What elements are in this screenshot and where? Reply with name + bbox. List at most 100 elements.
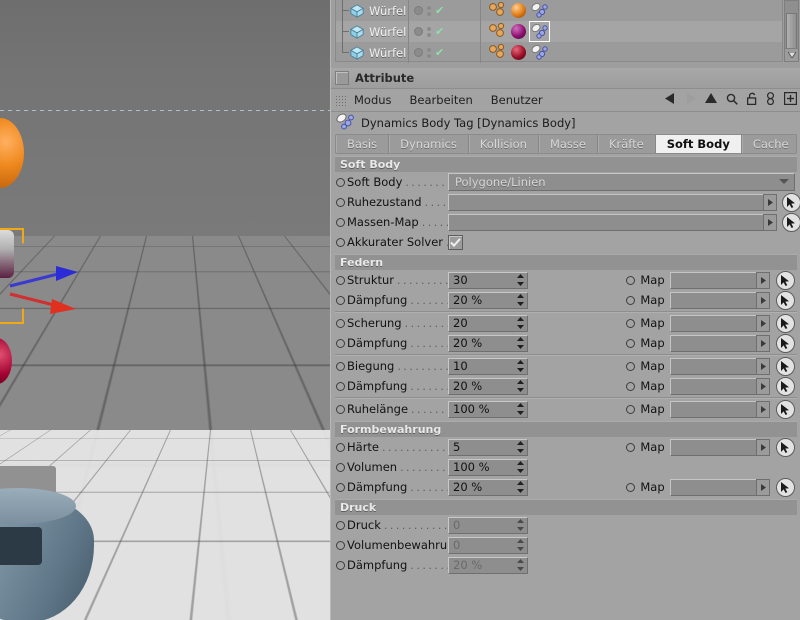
search-icon[interactable] xyxy=(726,93,738,108)
struktur-map-field[interactable] xyxy=(669,271,770,289)
tab-basis[interactable]: Basis xyxy=(336,135,390,153)
row-struktur[interactable]: Struktur.......... 30 Map xyxy=(331,270,800,290)
render-dots-icon[interactable] xyxy=(427,47,431,58)
axis-gizmo[interactable] xyxy=(4,250,124,320)
row-volumen[interactable]: Volumen......... 100 % xyxy=(331,457,800,477)
stepper-icon[interactable] xyxy=(517,440,524,453)
param-bullet-icon[interactable] xyxy=(336,462,345,472)
row-formbewahrung-daempfung[interactable]: Dämpfung........ 20 % Map xyxy=(331,477,800,497)
link-dropdown-icon[interactable] xyxy=(756,357,770,375)
row-ruhelaenge[interactable]: Ruhelänge........ 100 % Map xyxy=(331,399,800,419)
pick-cursor-icon[interactable] xyxy=(776,437,795,457)
render-dots-icon[interactable] xyxy=(427,5,431,16)
scherung-daempfung-input[interactable]: 20 % xyxy=(448,334,528,352)
link-icon[interactable] xyxy=(766,92,775,108)
dynamics-body-tag-icon[interactable] xyxy=(530,43,549,62)
material-tag-icon[interactable] xyxy=(509,43,528,62)
struktur-map-group[interactable]: Map xyxy=(626,270,800,290)
menu-modus[interactable]: Modus xyxy=(354,93,392,107)
add-icon[interactable] xyxy=(784,92,798,108)
row-akkurater-solver[interactable]: Akkurater Solver ... xyxy=(331,232,800,252)
map-bullet-icon[interactable] xyxy=(626,442,636,452)
row-massen-map[interactable]: Massen-Map ....... xyxy=(331,212,800,232)
stepper-icon[interactable] xyxy=(517,538,524,551)
stepper-icon[interactable] xyxy=(517,480,524,493)
table-row[interactable]: Würfel ✔ xyxy=(336,0,782,21)
soft-body-dropdown[interactable]: Polygone/Linien xyxy=(448,173,795,191)
material-chain-icon[interactable] xyxy=(488,1,507,20)
struktur-input[interactable]: 30 xyxy=(448,271,528,289)
scherung-daempfung-map-group[interactable]: Map xyxy=(626,333,800,353)
enable-check-icon[interactable]: ✔ xyxy=(435,47,444,58)
stepper-icon[interactable] xyxy=(517,336,524,349)
ruhelaenge-map-group[interactable]: Map xyxy=(626,399,800,419)
pick-cursor-icon[interactable] xyxy=(776,477,795,497)
tab-kraefte[interactable]: Kräfte xyxy=(598,135,656,153)
biegung-daempfung-map-group[interactable]: Map xyxy=(626,376,800,396)
stepper-icon[interactable] xyxy=(517,558,524,571)
enable-check-icon[interactable]: ✔ xyxy=(435,26,444,37)
pick-cursor-icon[interactable] xyxy=(776,376,795,396)
struktur-daempfung-input[interactable]: 20 % xyxy=(448,291,528,309)
material-chain-icon[interactable] xyxy=(488,22,507,41)
row-ruhezustand[interactable]: Ruhezustand ....... xyxy=(331,192,800,212)
row-scherung-daempfung[interactable]: Dämpfung........ 20 % Map xyxy=(331,333,800,353)
row-haerte[interactable]: Härte............ 5 Map xyxy=(331,437,800,457)
unlock-icon[interactable] xyxy=(746,92,757,108)
row-druck-daempfung[interactable]: Dämpfung........ 20 % xyxy=(331,555,800,575)
stepper-icon[interactable] xyxy=(517,402,524,415)
orange-sphere-object[interactable] xyxy=(0,118,24,188)
dynamics-body-tag-icon[interactable] xyxy=(529,21,550,42)
row-druck[interactable]: Druck........... 0 xyxy=(331,515,800,535)
attribute-tabs[interactable]: Basis Dynamics Kollision Masse Kräfte So… xyxy=(335,134,797,154)
map-bullet-icon[interactable] xyxy=(626,404,636,414)
table-row[interactable]: Würfel ✔ xyxy=(336,21,782,42)
param-bullet-icon[interactable] xyxy=(336,404,345,414)
link-dropdown-icon[interactable] xyxy=(756,334,770,352)
volumenbewahrung-input[interactable]: 0 xyxy=(448,536,528,554)
tab-cache[interactable]: Cache xyxy=(742,135,796,153)
visibility-dot-icon[interactable] xyxy=(414,6,423,15)
object-manager-scrollbar[interactable] xyxy=(784,0,799,62)
biegung-daempfung-map-field[interactable] xyxy=(669,377,770,395)
tab-dynamics[interactable]: Dynamics xyxy=(389,135,469,153)
param-bullet-icon[interactable] xyxy=(336,217,345,227)
menu-benutzer[interactable]: Benutzer xyxy=(491,93,543,107)
param-bullet-icon[interactable] xyxy=(336,197,345,207)
material-tag-icon[interactable] xyxy=(509,1,528,20)
table-row[interactable]: Würfel ✔ xyxy=(336,42,782,63)
map-bullet-icon[interactable] xyxy=(626,381,636,391)
render-dots-icon[interactable] xyxy=(427,26,431,37)
tab-kollision[interactable]: Kollision xyxy=(469,135,539,153)
struktur-daempfung-map-field[interactable] xyxy=(669,291,770,309)
link-dropdown-icon[interactable] xyxy=(756,314,770,332)
3d-viewport[interactable] xyxy=(0,0,330,620)
tag-strip[interactable] xyxy=(488,0,549,21)
link-dropdown-icon[interactable] xyxy=(763,193,777,211)
scherung-input[interactable]: 20 xyxy=(448,314,528,332)
akkurater-solver-checkbox[interactable] xyxy=(448,234,463,250)
biegung-daempfung-input[interactable]: 20 % xyxy=(448,377,528,395)
scherung-map-field[interactable] xyxy=(669,314,770,332)
row-scherung[interactable]: Scherung........ 20 Map xyxy=(331,313,800,333)
param-bullet-icon[interactable] xyxy=(336,338,345,348)
stepper-icon[interactable] xyxy=(517,293,524,306)
stepper-icon[interactable] xyxy=(517,460,524,473)
druck-daempfung-input[interactable]: 20 % xyxy=(448,556,528,574)
pick-cursor-icon[interactable] xyxy=(776,270,795,290)
link-dropdown-icon[interactable] xyxy=(756,377,770,395)
row-volumenbewahrung[interactable]: Volumenbewahrung 0 xyxy=(331,535,800,555)
visibility-dot-icon[interactable] xyxy=(414,27,423,36)
enable-check-icon[interactable]: ✔ xyxy=(435,5,444,16)
param-bullet-icon[interactable] xyxy=(336,540,345,550)
ruhelaenge-map-field[interactable] xyxy=(669,400,770,418)
drag-grip-icon[interactable] xyxy=(335,94,348,106)
stepper-icon[interactable] xyxy=(517,518,524,531)
volumen-input[interactable]: 100 % xyxy=(448,458,528,476)
dynamics-body-tag-icon[interactable] xyxy=(530,1,549,20)
tab-masse[interactable]: Masse xyxy=(539,135,598,153)
param-bullet-icon[interactable] xyxy=(336,177,345,187)
pick-cursor-icon[interactable] xyxy=(776,333,795,353)
ruhezustand-link-field[interactable] xyxy=(448,193,777,211)
biegung-map-group[interactable]: Map xyxy=(626,356,800,376)
